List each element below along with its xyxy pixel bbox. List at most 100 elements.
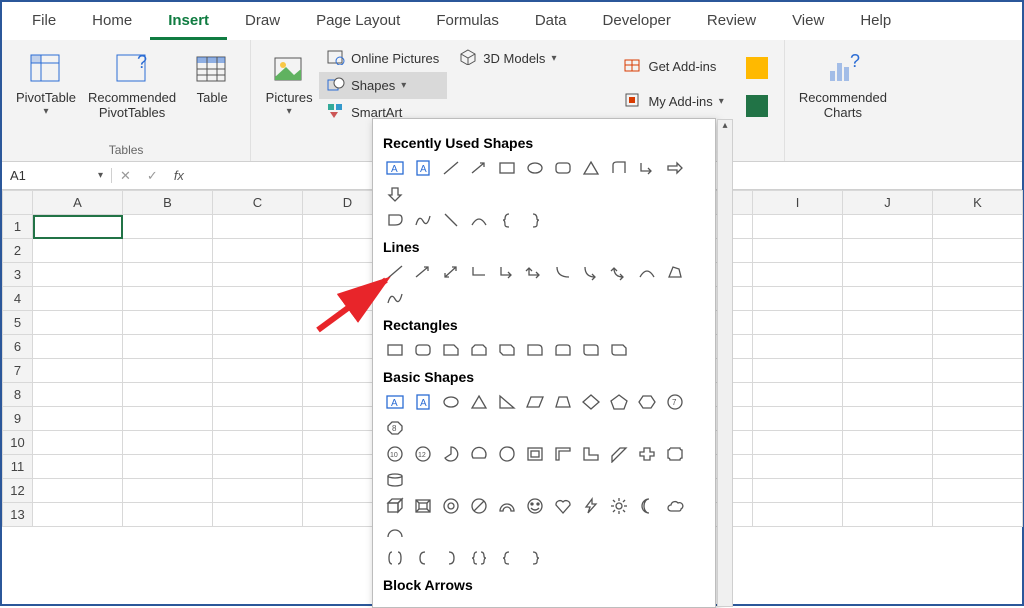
shapes-scrollbar[interactable]: ▴	[717, 119, 733, 607]
tab-developer[interactable]: Developer	[585, 2, 689, 40]
cell-K1[interactable]	[933, 215, 1023, 239]
fx-icon[interactable]: fx	[174, 168, 184, 183]
rect-round2[interactable]	[551, 339, 575, 361]
my-addins-button[interactable]: My Add-ins ▾	[616, 88, 731, 115]
shape-brace-r[interactable]	[523, 209, 547, 231]
basic-half-frame[interactable]	[551, 443, 575, 465]
cell-B5[interactable]	[123, 311, 213, 335]
basic-right-triangle[interactable]	[495, 391, 519, 413]
cell-A12[interactable]	[33, 479, 123, 503]
cell-K13[interactable]	[933, 503, 1023, 527]
line-freeform[interactable]	[663, 261, 687, 283]
basic-can[interactable]	[383, 469, 407, 491]
cell-C10[interactable]	[213, 431, 303, 455]
basic-double-brace[interactable]	[467, 547, 491, 569]
row-header-9[interactable]: 9	[3, 407, 33, 431]
cell-I7[interactable]	[753, 359, 843, 383]
cell-K9[interactable]	[933, 407, 1023, 431]
basic-textbox-v[interactable]: A	[411, 391, 435, 413]
cell-C4[interactable]	[213, 287, 303, 311]
office-addin-button[interactable]	[738, 91, 776, 121]
row-header-11[interactable]: 11	[3, 455, 33, 479]
line-elbow-arrow[interactable]	[495, 261, 519, 283]
cell-A7[interactable]	[33, 359, 123, 383]
line-elbow[interactable]	[467, 261, 491, 283]
tab-page-layout[interactable]: Page Layout	[298, 2, 418, 40]
shape-right-arrow[interactable]	[663, 157, 687, 179]
basic-dodecagon[interactable]: 12	[411, 443, 435, 465]
basic-arc[interactable]	[383, 521, 407, 543]
col-header-B[interactable]: B	[123, 191, 213, 215]
basic-octagon[interactable]: 8	[383, 417, 407, 439]
cell-A6[interactable]	[33, 335, 123, 359]
shape-elbow-arrow[interactable]	[635, 157, 659, 179]
basic-right-bracket[interactable]	[439, 547, 463, 569]
tab-data[interactable]: Data	[517, 2, 585, 40]
cell-I9[interactable]	[753, 407, 843, 431]
basic-teardrop[interactable]	[495, 443, 519, 465]
basic-chord[interactable]	[467, 443, 491, 465]
cell-I12[interactable]	[753, 479, 843, 503]
col-header-A[interactable]: A	[33, 191, 123, 215]
basic-lightning[interactable]	[579, 495, 603, 517]
shape-scribble[interactable]	[411, 209, 435, 231]
line-plain[interactable]	[383, 261, 407, 283]
col-header-J[interactable]: J	[843, 191, 933, 215]
cell-K12[interactable]	[933, 479, 1023, 503]
rect-rounded[interactable]	[411, 339, 435, 361]
cell-B3[interactable]	[123, 263, 213, 287]
cell-C8[interactable]	[213, 383, 303, 407]
cell-A5[interactable]	[33, 311, 123, 335]
cell-B12[interactable]	[123, 479, 213, 503]
cell-K7[interactable]	[933, 359, 1023, 383]
cell-A4[interactable]	[33, 287, 123, 311]
cell-J13[interactable]	[843, 503, 933, 527]
cell-B4[interactable]	[123, 287, 213, 311]
basic-diag-stripe[interactable]	[607, 443, 631, 465]
basic-textbox-h[interactable]: A	[383, 391, 407, 413]
pictures-button[interactable]: Pictures ▾	[259, 45, 319, 117]
shape-rounded-rect[interactable]	[551, 157, 575, 179]
rect-snip1[interactable]	[439, 339, 463, 361]
tab-draw[interactable]: Draw	[227, 2, 298, 40]
row-header-3[interactable]: 3	[3, 263, 33, 287]
shape-backslash[interactable]	[439, 209, 463, 231]
basic-heart[interactable]	[551, 495, 575, 517]
basic-plaque[interactable]	[663, 443, 687, 465]
row-header-5[interactable]: 5	[3, 311, 33, 335]
tab-review[interactable]: Review	[689, 2, 774, 40]
basic-lshape[interactable]	[579, 443, 603, 465]
cell-J4[interactable]	[843, 287, 933, 311]
basic-right-brace[interactable]	[523, 547, 547, 569]
cell-I2[interactable]	[753, 239, 843, 263]
cell-J10[interactable]	[843, 431, 933, 455]
cell-A1[interactable]	[33, 215, 123, 239]
cell-C3[interactable]	[213, 263, 303, 287]
cell-J9[interactable]	[843, 407, 933, 431]
basic-moon[interactable]	[635, 495, 659, 517]
basic-frame[interactable]	[523, 443, 547, 465]
basic-smiley[interactable]	[523, 495, 547, 517]
recommended-pivottables-button[interactable]: ? Recommended PivotTables	[82, 45, 182, 121]
cell-K10[interactable]	[933, 431, 1023, 455]
cell-B2[interactable]	[123, 239, 213, 263]
cell-B10[interactable]	[123, 431, 213, 455]
row-header-10[interactable]: 10	[3, 431, 33, 455]
shape-textbox-h[interactable]: A	[383, 157, 407, 179]
cell-J6[interactable]	[843, 335, 933, 359]
line-arrow[interactable]	[411, 261, 435, 283]
scroll-up-icon[interactable]: ▴	[718, 120, 732, 136]
cell-I3[interactable]	[753, 263, 843, 287]
cell-J12[interactable]	[843, 479, 933, 503]
cell-C6[interactable]	[213, 335, 303, 359]
cell-C9[interactable]	[213, 407, 303, 431]
cell-J8[interactable]	[843, 383, 933, 407]
cancel-icon[interactable]: ✕	[120, 168, 131, 184]
row-header-4[interactable]: 4	[3, 287, 33, 311]
basic-triangle[interactable]	[467, 391, 491, 413]
select-all-corner[interactable]	[3, 191, 33, 215]
basic-heptagon[interactable]: 7	[663, 391, 687, 413]
cell-B9[interactable]	[123, 407, 213, 431]
basic-donut[interactable]	[439, 495, 463, 517]
line-curve-double[interactable]	[607, 261, 631, 283]
